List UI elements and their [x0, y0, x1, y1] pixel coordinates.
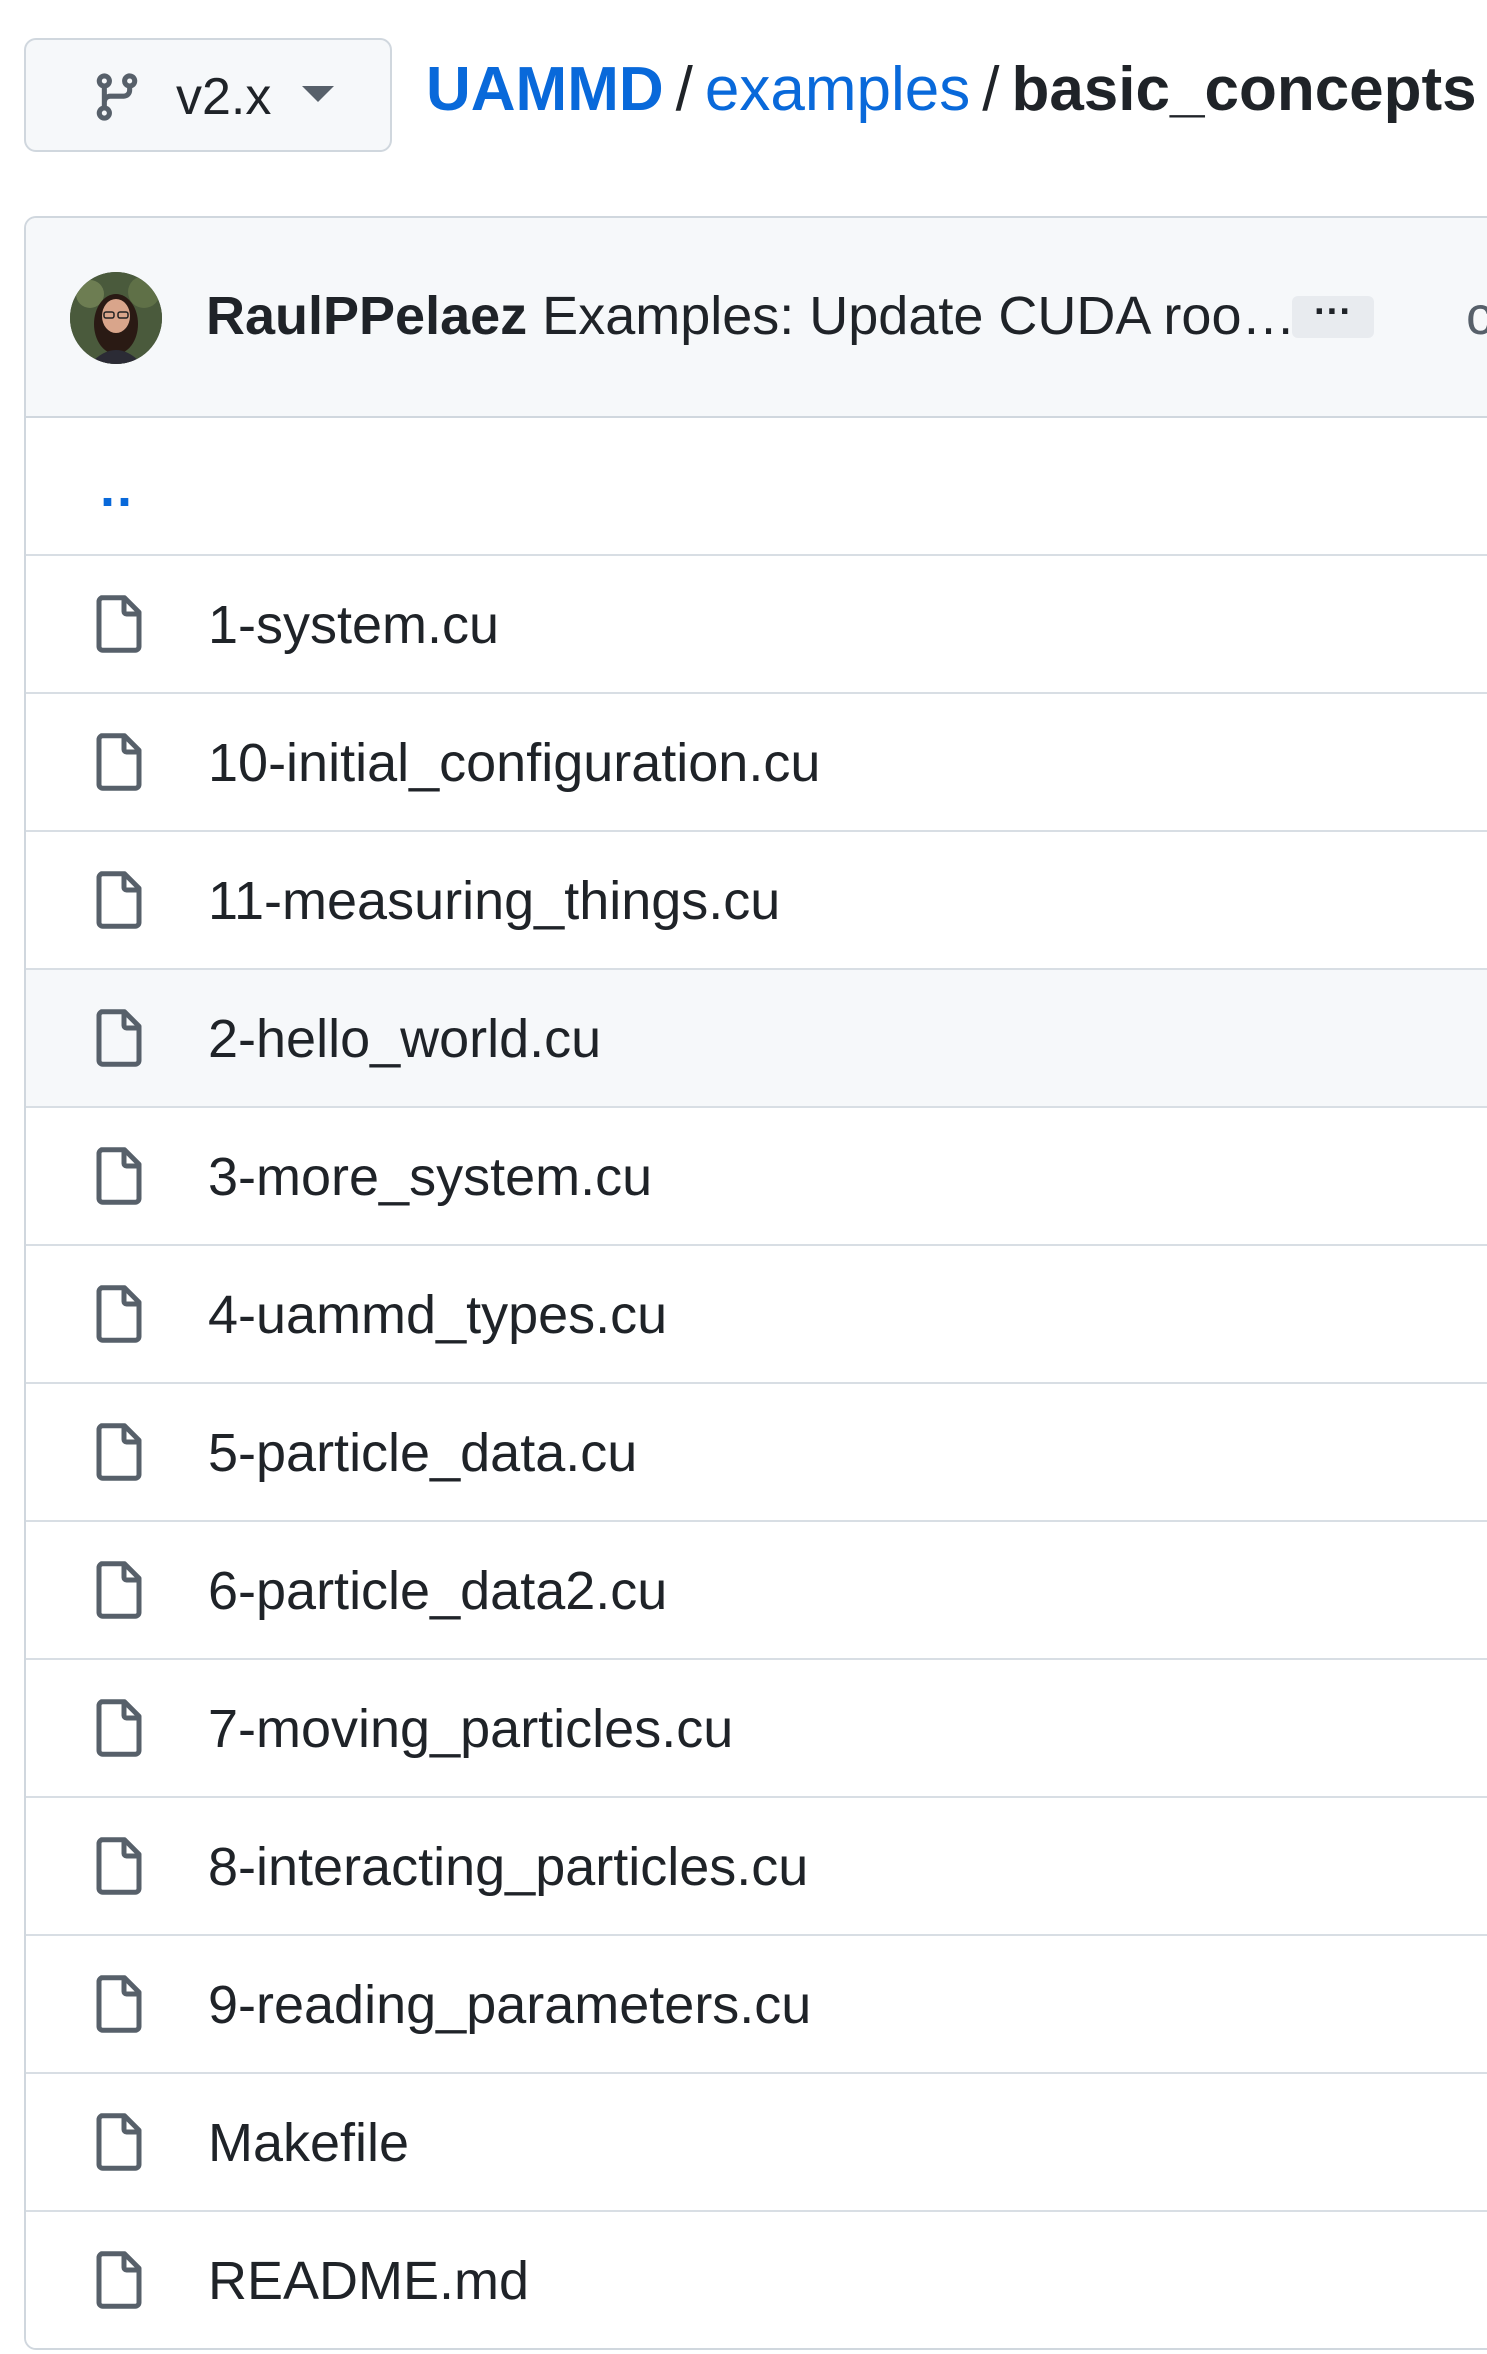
expand-commit-message-button[interactable]: ···: [1292, 293, 1374, 338]
file-name-link[interactable]: 8-interacting_particles.cu: [208, 1836, 808, 1898]
file-icon: [96, 2251, 142, 2309]
file-row[interactable]: 8-interacting_particles.cu: [26, 1798, 1487, 1936]
file-name-link[interactable]: 2-hello_world.cu: [208, 1008, 601, 1070]
commit-trailing-text: c: [1466, 284, 1487, 348]
commit-message-link[interactable]: Examples: Update CUDA roo…: [542, 286, 1295, 346]
file-icon: [96, 1837, 142, 1895]
file-name-link[interactable]: 6-particle_data2.cu: [208, 1560, 667, 1622]
file-row[interactable]: 2-hello_world.cu: [26, 970, 1487, 1108]
file-name-link[interactable]: 5-particle_data.cu: [208, 1422, 637, 1484]
file-icon: [96, 1561, 142, 1619]
latest-commit-bar: RaulPPelaez Examples: Update CUDA roo… ·…: [26, 218, 1487, 418]
file-row[interactable]: 9-reading_parameters.cu: [26, 1936, 1487, 2074]
file-name-link[interactable]: 7-moving_particles.cu: [208, 1698, 733, 1760]
avatar[interactable]: [70, 272, 162, 364]
commit-summary: RaulPPelaez Examples: Update CUDA roo…: [206, 284, 1295, 348]
file-name-link[interactable]: 3-more_system.cu: [208, 1146, 652, 1208]
file-row[interactable]: 1-system.cu: [26, 556, 1487, 694]
breadcrumb-current-folder: basic_concepts: [1011, 55, 1477, 124]
breadcrumb-repo-link[interactable]: UAMMD: [426, 55, 664, 124]
file-name-link[interactable]: 4-uammd_types.cu: [208, 1284, 667, 1346]
file-row[interactable]: 3-more_system.cu: [26, 1108, 1487, 1246]
avatar-image: [70, 272, 162, 364]
file-row[interactable]: 10-initial_configuration.cu: [26, 694, 1487, 832]
file-icon: [96, 1285, 142, 1343]
file-row[interactable]: Makefile: [26, 2074, 1487, 2212]
branch-select-button[interactable]: v2.x: [24, 38, 392, 152]
repo-navigation-bar: v2.x UAMMD/examples/basic_concepts/: [0, 0, 1487, 190]
file-name-link[interactable]: Makefile: [208, 2112, 409, 2174]
file-icon: [96, 1975, 142, 2033]
breadcrumb-folder-link[interactable]: examples: [705, 55, 970, 124]
git-branch-icon: [96, 73, 138, 121]
file-row[interactable]: README.md: [26, 2212, 1487, 2348]
file-icon: [96, 1699, 142, 1757]
chevron-down-icon: [302, 86, 334, 102]
breadcrumb-separator: /: [675, 55, 693, 124]
file-name-link[interactable]: README.md: [208, 2250, 529, 2312]
parent-directory-row[interactable]: ..: [26, 418, 1487, 556]
file-rows: 1-system.cu 10-initial_configuration.cu …: [26, 556, 1487, 2348]
file-row[interactable]: 6-particle_data2.cu: [26, 1522, 1487, 1660]
parent-directory-link[interactable]: ..: [100, 458, 134, 518]
file-name-link[interactable]: 10-initial_configuration.cu: [208, 732, 820, 794]
branch-label: v2.x: [176, 68, 272, 126]
file-icon: [96, 871, 142, 929]
file-name-link[interactable]: 9-reading_parameters.cu: [208, 1974, 811, 2036]
breadcrumb: UAMMD/examples/basic_concepts/: [426, 54, 1487, 126]
file-row[interactable]: 7-moving_particles.cu: [26, 1660, 1487, 1798]
breadcrumb-separator: /: [1477, 55, 1487, 124]
breadcrumb-separator: /: [982, 55, 1000, 124]
file-row[interactable]: 5-particle_data.cu: [26, 1384, 1487, 1522]
file-name-link[interactable]: 1-system.cu: [208, 594, 499, 656]
file-row[interactable]: 11-measuring_things.cu: [26, 832, 1487, 970]
file-icon: [96, 595, 142, 653]
file-icon: [96, 1147, 142, 1205]
file-icon: [96, 2113, 142, 2171]
file-row[interactable]: 4-uammd_types.cu: [26, 1246, 1487, 1384]
file-name-link[interactable]: 11-measuring_things.cu: [208, 870, 780, 932]
commit-author-link[interactable]: RaulPPelaez: [206, 286, 527, 346]
file-list-box: RaulPPelaez Examples: Update CUDA roo… ·…: [24, 216, 1487, 2350]
file-icon: [96, 1009, 142, 1067]
file-icon: [96, 733, 142, 791]
file-icon: [96, 1423, 142, 1481]
